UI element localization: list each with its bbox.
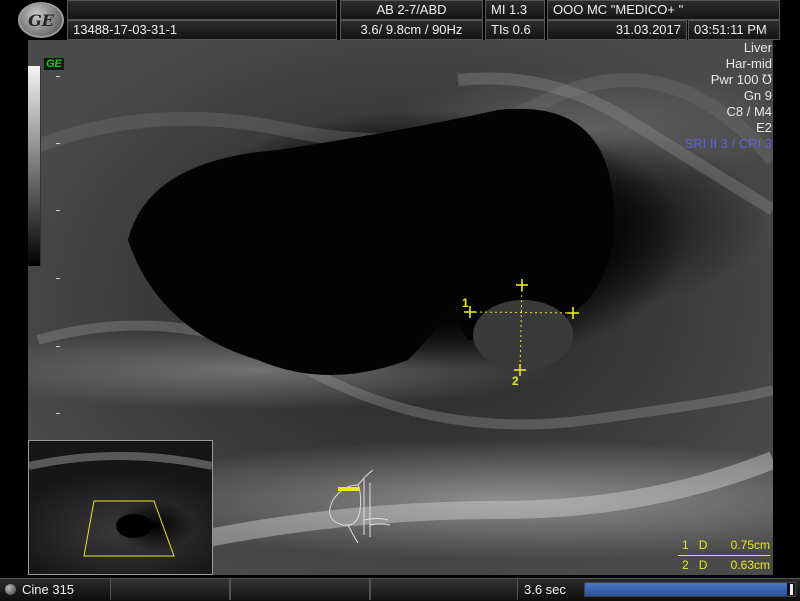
depth-tick bbox=[56, 346, 60, 347]
caliper-label-2: 2 bbox=[512, 374, 519, 388]
param-sri: SRI II 3 / CRI 3 bbox=[684, 136, 772, 151]
result-row: 2 D 0.63cm bbox=[678, 555, 770, 575]
param-gain: Gn 9 bbox=[743, 88, 772, 103]
softkey-segment[interactable] bbox=[230, 579, 370, 600]
reference-thumbnail[interactable] bbox=[28, 440, 213, 575]
result-row: 1 D 0.75cm bbox=[678, 536, 770, 555]
probe-preset: AB 2-7/ABD bbox=[340, 0, 483, 20]
param-map: C8 / M4 bbox=[726, 104, 772, 119]
softkey-segment[interactable] bbox=[370, 579, 518, 600]
institution-name: OOO MC "MEDICO+ " bbox=[547, 0, 780, 20]
caliper-cross-1b[interactable] bbox=[567, 307, 579, 319]
depth-tick bbox=[56, 76, 60, 77]
cine-label: Cine 315 bbox=[22, 582, 75, 597]
depth-tick bbox=[56, 143, 60, 144]
depth-tick bbox=[56, 413, 60, 414]
gallbladder-bodymark-icon bbox=[329, 469, 391, 544]
ge-logo-icon: GE bbox=[18, 2, 64, 38]
exam-time: 03:51:11 PM bbox=[688, 20, 780, 40]
result-index: 1 bbox=[682, 538, 689, 552]
softkey-segment[interactable] bbox=[110, 579, 230, 600]
ge-tag: GE bbox=[44, 58, 64, 70]
param-harmonic: Har-mid bbox=[725, 56, 772, 71]
param-power: Pwr 100 ℧ bbox=[710, 72, 772, 87]
caliper-cross-2a[interactable] bbox=[516, 279, 528, 291]
result-value: 0.63cm bbox=[730, 558, 770, 572]
cine-progress-marker[interactable] bbox=[790, 584, 793, 595]
exam-date: 31.03.2017 bbox=[547, 20, 687, 40]
mi-index: MI 1.3 bbox=[485, 0, 545, 20]
measurement-results: 1 D 0.75cm 2 D 0.63cm bbox=[678, 536, 770, 575]
param-e: E2 bbox=[756, 120, 772, 135]
param-organ: Liver bbox=[743, 40, 772, 55]
result-label: D bbox=[698, 538, 708, 552]
result-index: 2 bbox=[682, 558, 689, 572]
cine-progress-track[interactable] bbox=[584, 582, 796, 597]
result-value: 0.75cm bbox=[730, 538, 770, 552]
cine-progress-fill bbox=[585, 583, 787, 596]
cine-knob-icon[interactable] bbox=[5, 584, 16, 595]
depth-tick bbox=[56, 210, 60, 211]
depth-frequency: 3.6/ 9.8cm / 90Hz bbox=[340, 20, 483, 40]
result-label: D bbox=[698, 558, 708, 572]
header-blank bbox=[67, 0, 337, 20]
thumbnail-fov bbox=[29, 452, 212, 557]
depth-tick bbox=[56, 278, 60, 279]
grayscale-bar bbox=[28, 66, 41, 266]
patient-id: 13488-17-03-31-1 bbox=[67, 20, 337, 40]
imaging-parameters: Liver Har-mid Pwr 100 ℧ Gn 9 C8 / M4 E2 … bbox=[685, 40, 772, 152]
cine-bar: Cine 315 3.6 sec bbox=[0, 578, 800, 601]
cine-seconds: 3.6 sec bbox=[524, 582, 566, 597]
tis-index: TIs 0.6 bbox=[485, 20, 545, 40]
caliper-label-1: 1 bbox=[462, 296, 469, 310]
